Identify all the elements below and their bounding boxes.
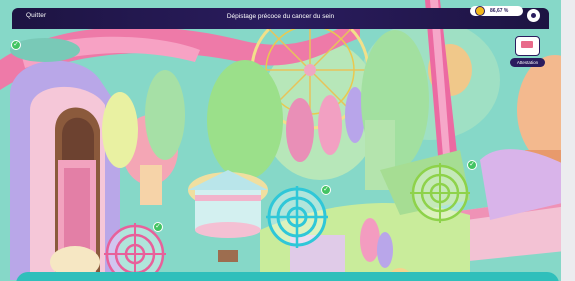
attestation-button[interactable]: Attestation (510, 36, 545, 70)
settings-button[interactable] (527, 9, 540, 22)
target-2[interactable] (266, 186, 328, 248)
gear-icon (531, 13, 536, 18)
quit-button[interactable]: Quitter (26, 12, 46, 19)
window-edge (561, 0, 575, 281)
crosshair-icon (410, 163, 470, 223)
crosshair-icon (266, 186, 328, 248)
target-3[interactable] (410, 163, 470, 223)
check-icon: ✓ (153, 222, 163, 232)
bottom-panel (16, 272, 559, 281)
attestation-label: Attestation (510, 58, 545, 67)
certificate-icon (515, 36, 540, 56)
trophy-icon (475, 6, 485, 16)
module-title: Dépistage précoce du cancer du sein (226, 13, 335, 20)
score-value: 86,67 % (490, 8, 509, 14)
top-bar: Quitter Dépistage précoce du cancer du s… (12, 8, 549, 29)
check-icon: ✓ (11, 40, 21, 50)
game-frame: ✓ ✓ ✓ ✓ Quitter Dépistage précoce du can… (0, 0, 575, 281)
check-icon: ✓ (321, 185, 331, 195)
check-icon: ✓ (467, 160, 477, 170)
